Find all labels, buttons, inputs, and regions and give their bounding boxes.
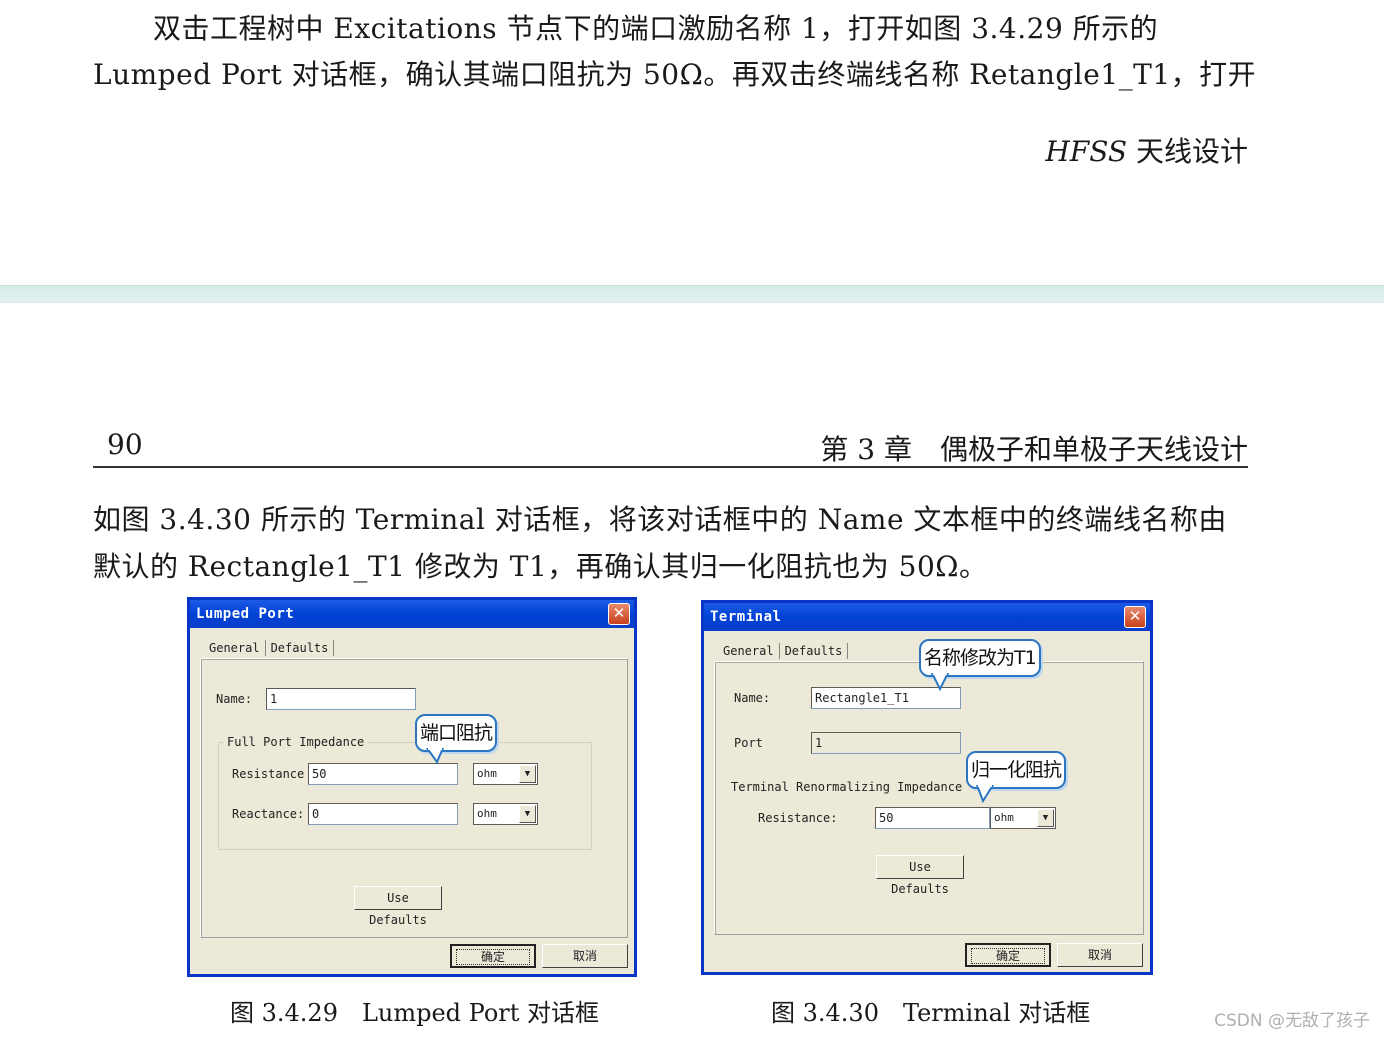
port-input[interactable]: 1 xyxy=(811,732,961,754)
cancel-button[interactable]: 取消 xyxy=(1057,943,1143,967)
callout-rename-t1: 名称修改为T1 xyxy=(919,639,1041,677)
cancel-button[interactable]: 取消 xyxy=(542,944,628,968)
resistance-input[interactable]: 50 xyxy=(308,763,458,785)
header-rule xyxy=(93,466,1248,468)
callout-port-impedance: 端口阻抗 xyxy=(415,714,498,752)
chevron-down-icon[interactable]: ▼ xyxy=(519,805,536,823)
name-label: Name: xyxy=(734,691,771,705)
lumped-port-titlebar[interactable]: Lumped Port xyxy=(190,600,634,628)
tab-general[interactable]: General xyxy=(204,640,266,656)
top-paragraph-line-2: Lumped Port 对话框，确认其端口阻抗为 50Ω。再双击终端线名称 Re… xyxy=(93,58,1257,91)
tab-general[interactable]: General xyxy=(718,643,780,659)
figure-caption-3-4-30: 图 3.4.30 Terminal 对话框 xyxy=(771,999,1091,1027)
callout-normalized-impedance: 归一化阻抗 xyxy=(966,751,1067,789)
terminal-tabs: General Defaults xyxy=(718,643,849,659)
page-separator xyxy=(0,285,1384,303)
footer-italic: HFSS xyxy=(1045,135,1128,168)
use-defaults-button[interactable]: Use Defaults xyxy=(354,886,442,927)
resistance-input[interactable]: 50 xyxy=(875,807,990,829)
body-paragraph-line-1: 如图 3.4.30 所示的 Terminal 对话框，将该对话框中的 Name … xyxy=(93,503,1227,536)
tab-defaults[interactable]: Defaults xyxy=(266,640,335,656)
chapter-title: 第 3 章 偶极子和单极子天线设计 xyxy=(820,433,1248,466)
callout-tail-rename-t1 xyxy=(930,673,950,691)
resistance-unit-select[interactable]: ohm ▼ xyxy=(990,807,1056,829)
lumped-port-tabs: General Defaults xyxy=(204,640,335,656)
close-icon[interactable]: ✕ xyxy=(1124,606,1146,628)
ok-label: 确定 xyxy=(455,949,530,965)
ok-button[interactable]: 确定 xyxy=(450,944,536,968)
use-defaults-button[interactable]: Use Defaults xyxy=(876,855,964,896)
ok-label: 确定 xyxy=(970,948,1045,964)
footer-text: 天线设计 xyxy=(1127,135,1248,168)
name-label: Name: xyxy=(216,692,253,706)
top-paragraph-line-1: 双击工程树中 Excitations 节点下的端口激励名称 1，打开如图 3.4… xyxy=(153,12,1159,45)
resistance-unit-select[interactable]: ohm ▼ xyxy=(473,763,538,785)
body-paragraph-line-2: 默认的 Rectangle1_T1 修改为 T1，再确认其归一化阻抗也为 50Ω… xyxy=(93,550,988,583)
watermark: CSDN @无敌了孩子 xyxy=(1214,1011,1370,1031)
close-icon[interactable]: ✕ xyxy=(608,603,630,625)
reactance-unit-select[interactable]: ohm ▼ xyxy=(473,803,538,825)
group-title: Full Port Impedance xyxy=(224,735,368,749)
ok-button[interactable]: 确定 xyxy=(965,943,1051,967)
full-port-impedance-group xyxy=(218,742,592,850)
chevron-down-icon[interactable]: ▼ xyxy=(519,765,536,783)
renormalizing-impedance-label: Terminal Renormalizing Impedance xyxy=(731,780,963,794)
terminal-titlebar[interactable]: Terminal xyxy=(704,603,1150,631)
resistance-label: Resistance: xyxy=(758,811,838,825)
callout-tail-port-impedance xyxy=(425,748,445,764)
lumped-port-dialog: Lumped Port ✕ General Defaults Name: 1 F… xyxy=(187,597,637,977)
callout-tail-normalized-impedance xyxy=(975,785,995,803)
chevron-down-icon[interactable]: ▼ xyxy=(1037,809,1054,827)
book-title-footer: HFSS 天线设计 xyxy=(1045,130,1248,170)
name-input[interactable]: 1 xyxy=(266,688,416,710)
reactance-unit-value: ohm xyxy=(477,807,497,820)
reactance-input[interactable]: 0 xyxy=(308,803,458,825)
resistance-unit-value: ohm xyxy=(477,767,497,780)
resistance-unit-value: ohm xyxy=(994,811,1014,824)
port-label: Port xyxy=(734,736,763,750)
page-number: 90 xyxy=(107,428,143,461)
resistance-label: Resistance xyxy=(232,767,305,781)
tab-defaults[interactable]: Defaults xyxy=(780,643,849,659)
reactance-label: Reactance: xyxy=(232,807,305,821)
figure-caption-3-4-29: 图 3.4.29 Lumped Port 对话框 xyxy=(230,999,600,1027)
